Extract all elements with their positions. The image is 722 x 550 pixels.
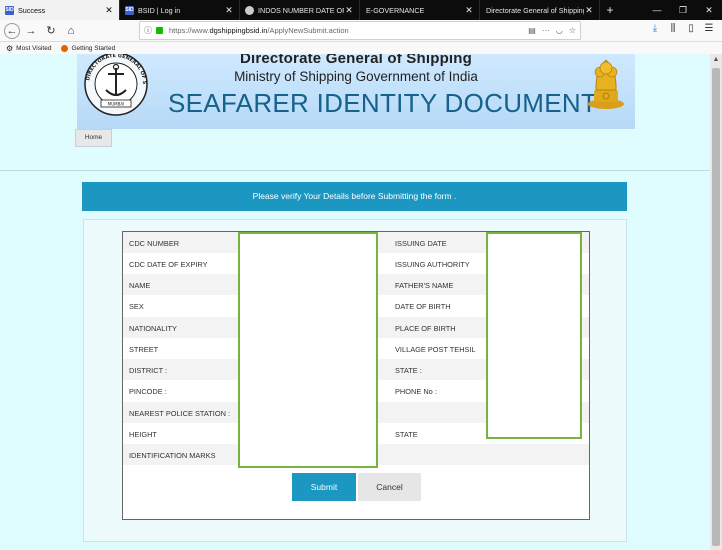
tab-e-governance[interactable]: E-GOVERNANCE ✕	[360, 0, 480, 20]
home-icon[interactable]: ⌂	[62, 22, 80, 40]
new-tab-icon[interactable]: +	[600, 0, 620, 20]
verify-message-bar: Please verify Your Details before Submit…	[82, 182, 627, 211]
tab-title: Success	[18, 5, 46, 15]
bookmark-getting-started[interactable]: Getting Started	[61, 44, 116, 52]
sidebar-icon[interactable]: ▯	[682, 23, 700, 34]
firefox-icon	[61, 44, 69, 52]
minimize-icon[interactable]: —	[644, 0, 670, 20]
tab-title: E-GOVERNANCE	[366, 5, 425, 15]
national-emblem-icon	[588, 59, 624, 109]
close-icon[interactable]: ✕	[224, 5, 234, 15]
field-label: NATIONALITY	[129, 324, 177, 333]
field-label: NEAREST POLICE STATION :	[129, 409, 231, 418]
close-icon[interactable]: ✕	[464, 5, 474, 15]
close-icon[interactable]: ✕	[584, 5, 594, 15]
sid-favicon-icon: SID	[125, 5, 134, 15]
pocket-icon[interactable]: ◡	[556, 26, 563, 35]
redacted-values-right	[486, 232, 582, 439]
reload-icon[interactable]: ↻	[42, 22, 60, 40]
submit-button[interactable]: Submit	[292, 473, 356, 501]
field-label: PHONE No :	[395, 387, 437, 396]
field-label: CDC NUMBER	[129, 239, 180, 248]
globe-icon	[245, 5, 254, 15]
url-domain: dgshippingbsid.in	[209, 26, 268, 35]
field-label: STREET	[129, 345, 159, 354]
close-window-icon[interactable]: ✕	[696, 0, 722, 20]
reader-view-icon[interactable]: ▤	[528, 26, 536, 35]
field-label: STATE	[395, 430, 418, 439]
field-label: IDENTIFICATION MARKS	[129, 451, 216, 460]
details-form: CDC NUMBER ISSUING DATE CDC DATE OF EXPI…	[122, 231, 590, 520]
back-arrow-icon[interactable]: ←	[4, 22, 20, 39]
tab-title: INDOS NUMBER DATE OF ISS	[258, 5, 344, 15]
forward-arrow-icon[interactable]: →	[22, 22, 40, 40]
emblem-caption: MUMBAI	[108, 102, 125, 107]
close-icon[interactable]: ✕	[104, 5, 114, 15]
field-label: DISTRICT :	[129, 366, 168, 375]
restore-icon[interactable]: ❐	[670, 0, 696, 20]
tab-title: BSID | Log in	[138, 5, 181, 15]
download-icon[interactable]: ⤓	[646, 23, 664, 34]
window-controls: — ❐ ✕	[644, 0, 722, 20]
bookmark-label: Getting Started	[71, 44, 116, 52]
url-prefix: https://www.	[169, 26, 210, 35]
field-label: VILLAGE POST TEHSIL	[395, 345, 476, 354]
tab-bsid-login[interactable]: SID BSID | Log in ✕	[120, 0, 240, 20]
scroll-up-icon[interactable]: ▲	[710, 54, 722, 66]
vertical-scrollbar[interactable]: ▲	[710, 54, 722, 550]
tab-title: Directorate General of Shipping	[486, 5, 584, 15]
field-label: ISSUING AUTHORITY	[395, 260, 470, 269]
field-label: PINCODE :	[129, 387, 167, 396]
close-icon[interactable]: ✕	[344, 5, 354, 15]
redacted-values-left	[238, 232, 378, 468]
bookmarks-bar: ⚙ Most Visited Getting Started	[0, 42, 722, 54]
banner-subtitle: Ministry of Shipping Government of India	[234, 69, 478, 84]
bookmark-label: Most Visited	[16, 44, 52, 52]
banner-title: Directorate General of Shipping	[239, 54, 473, 67]
nav-toolbar: ← → ↻ ⌂ ⓘ https://www.dgshippingbsid.in/…	[0, 20, 722, 42]
tab-success[interactable]: SID Success ✕	[0, 0, 120, 20]
field-label: STATE :	[395, 366, 422, 375]
tab-dg-shipping[interactable]: Directorate General of Shipping ✕	[480, 0, 600, 20]
field-label: PLACE OF BIRTH	[395, 324, 456, 333]
library-icon[interactable]: ⫼	[664, 23, 682, 34]
field-label: CDC DATE OF EXPIRY	[129, 260, 208, 269]
field-label: SEX	[129, 302, 144, 311]
home-nav-button[interactable]: Home	[75, 129, 112, 147]
url-text[interactable]: https://www.dgshippingbsid.in/ApplyNewSu…	[169, 26, 522, 35]
page-content: MUMBAI DIRECTORATE GENERAL OF SHIPPING D…	[0, 54, 710, 550]
gear-icon: ⚙	[6, 43, 14, 53]
bookmark-most-visited[interactable]: ⚙ Most Visited	[6, 44, 51, 53]
divider	[0, 170, 710, 171]
header-banner: MUMBAI DIRECTORATE GENERAL OF SHIPPING D…	[77, 54, 635, 129]
address-bar[interactable]: ⓘ https://www.dgshippingbsid.in/ApplyNew…	[139, 21, 581, 40]
lock-icon[interactable]	[156, 27, 163, 34]
field-label: HEIGHT	[129, 430, 157, 439]
field-label: DATE OF BIRTH	[395, 302, 451, 311]
bookmark-star-icon[interactable]: ☆	[569, 26, 576, 35]
form-panel: CDC NUMBER ISSUING DATE CDC DATE OF EXPI…	[83, 219, 627, 542]
tab-bar: SID Success ✕ SID BSID | Log in ✕ INDOS …	[0, 0, 722, 20]
cancel-button[interactable]: Cancel	[358, 473, 421, 501]
url-path: /ApplyNewSubmit.action	[267, 26, 349, 35]
menu-icon[interactable]: ☰	[700, 23, 718, 34]
scrollbar-thumb[interactable]	[712, 68, 720, 546]
page-actions-icon[interactable]: ···	[542, 26, 550, 35]
tab-indos-number[interactable]: INDOS NUMBER DATE OF ISS ✕	[240, 0, 360, 20]
info-icon[interactable]: ⓘ	[144, 25, 152, 36]
field-label: FATHER'S NAME	[395, 281, 454, 290]
banner-heading: SEAFARER IDENTITY DOCUMENT	[168, 88, 598, 118]
field-label: NAME	[129, 281, 151, 290]
right-toolbar: ⤓ ⫼ ▯ ☰	[646, 23, 718, 34]
sid-favicon-icon: SID	[5, 5, 14, 15]
field-label: ISSUING DATE	[395, 239, 447, 248]
